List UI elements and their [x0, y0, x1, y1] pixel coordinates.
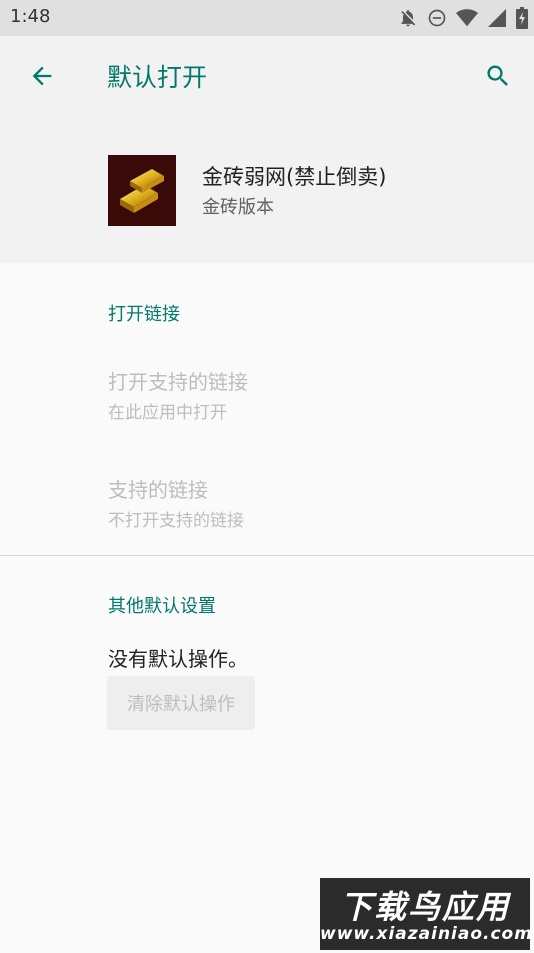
pref-summary: 在此应用中打开 — [108, 403, 227, 423]
watermark-title: 下载鸟应用 — [339, 888, 510, 926]
status-time: 1:48 — [10, 6, 51, 27]
search-icon — [484, 62, 512, 94]
no-defaults-message: 没有默认操作。 — [108, 647, 248, 671]
pref-title: 支持的链接 — [108, 478, 208, 502]
watermark-logo: 下载鸟应用 www.xiazainiao.com — [320, 878, 533, 950]
notifications-off-icon — [398, 8, 418, 28]
clear-defaults-button[interactable]: 清除默认操作 — [107, 676, 255, 730]
signal-icon — [487, 8, 507, 28]
watermark-url: www.xiazainiao.com — [320, 924, 533, 944]
pref-supported-links[interactable]: 支持的链接 不打开支持的链接 — [0, 460, 534, 540]
app-header: 默认打开 金砖弱网(禁止倒卖) 金砖版本 — [0, 36, 534, 263]
divider — [0, 555, 534, 556]
app-icon — [108, 155, 176, 226]
back-button[interactable] — [24, 60, 60, 96]
section-header-open-links: 打开链接 — [108, 304, 180, 325]
pref-open-supported-links[interactable]: 打开支持的链接 在此应用中打开 — [0, 352, 534, 432]
pref-title: 打开支持的链接 — [108, 370, 248, 394]
status-bar: 1:48 — [0, 0, 534, 36]
section-header-other-defaults: 其他默认设置 — [108, 596, 216, 617]
search-button[interactable] — [480, 60, 516, 96]
status-icons — [398, 6, 528, 30]
app-name: 金砖弱网(禁止倒卖) — [202, 165, 387, 189]
page-title: 默认打开 — [107, 63, 208, 92]
pref-summary: 不打开支持的链接 — [108, 511, 244, 531]
do-not-disturb-icon — [427, 8, 447, 28]
wifi-icon — [456, 8, 478, 28]
battery-icon — [516, 7, 528, 29]
app-version: 金砖版本 — [202, 197, 274, 218]
arrow-back-icon — [28, 62, 56, 94]
